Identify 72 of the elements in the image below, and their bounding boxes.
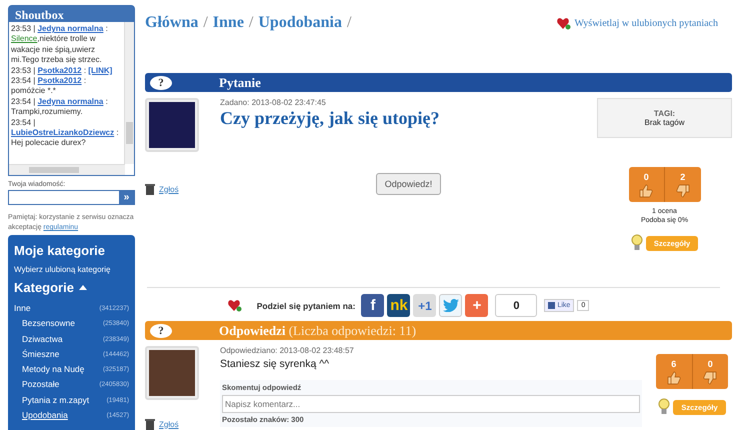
chat-message: 23:54 | Jedyna normalna : Trampki,rozumiemy.	[11, 96, 109, 118]
heart-plus-icon	[557, 16, 572, 30]
tags-value: Brak tagów	[644, 118, 685, 127]
lightbulb-icon	[630, 234, 643, 252]
tags-label: TAGI:	[654, 109, 676, 118]
category-link[interactable]: Inne	[14, 301, 31, 316]
dislike-count: 2	[680, 172, 686, 182]
category-link[interactable]: Bezsensowne	[22, 316, 75, 332]
collapse-caret-icon[interactable]	[78, 285, 87, 290]
avatar-image	[149, 102, 195, 148]
question-bubble-icon: ?	[150, 76, 172, 90]
comment-input[interactable]: Napisz komentarz...	[222, 395, 640, 413]
chat-message: 23:54 | Psotka2012 : pomóżcie *.*	[11, 76, 88, 97]
answers-header: Odpowiedzi (Liczba odpowiedzi: 11)	[219, 322, 416, 338]
heart-plus-icon	[228, 299, 242, 312]
horizontal-scrollbar[interactable]	[9, 164, 125, 175]
trash-icon	[145, 183, 155, 195]
question-title: Czy przeżyję, jak się utopię?	[220, 108, 440, 129]
breadcrumb-link[interactable]: Główna	[145, 14, 198, 32]
chat-message: 23:53 | Psotka2012 : [LINK]	[11, 66, 114, 76]
lightbulb-icon	[658, 398, 670, 416]
category-link[interactable]: Pozostałe	[22, 377, 60, 393]
like-count: 6	[671, 358, 676, 368]
thumb-up-icon[interactable]	[639, 184, 654, 198]
chat-username[interactable]: Jedyna normalna	[38, 96, 104, 106]
share-button[interactable]: f	[361, 294, 384, 317]
breadcrumb-separator: /	[203, 14, 208, 32]
chat-username[interactable]: Psotka2012	[38, 66, 82, 75]
chat-username[interactable]: LubieOstreLizankoDziewcz	[11, 128, 114, 138]
breadcrumb-separator: /	[346, 14, 352, 32]
chat-message: 23:54 | LubieOstreLizankoDziewcz : Hej polecacie durex?	[11, 118, 120, 149]
report-link[interactable]: Zgłoś	[159, 184, 179, 194]
thumb-up-icon[interactable]	[666, 370, 681, 384]
vertical-scrollbar[interactable]	[124, 22, 134, 164]
dislike-count: 0	[708, 358, 713, 368]
category-link[interactable]: Metody na Nudę	[22, 362, 84, 378]
share-count: 0	[495, 294, 538, 317]
asked-date: Zadano: 2013-08-02 23:47:45	[220, 98, 327, 107]
breadcrumb-link[interactable]: Upodobania	[258, 14, 342, 32]
chat-username[interactable]: Psotka2012	[38, 76, 82, 86]
mentioned-username[interactable]: Silence	[11, 34, 38, 44]
avatar-image	[149, 350, 195, 396]
answer-text: Staniesz się syrenką ^^	[220, 358, 330, 370]
share-button[interactable]: +	[465, 294, 488, 317]
share-button[interactable]: nk	[387, 294, 410, 317]
chat-link[interactable]: [LINK]	[88, 66, 112, 75]
thumb-down-icon[interactable]	[703, 370, 718, 384]
chat-message: 23:53 | Jedyna normalna : Silence,niektóre trolle w wakacje nie śpią,uwierz mi.Tego trzeba się strzec.	[11, 24, 109, 66]
shoutbox-title: Shoutbox	[9, 6, 134, 22]
choose-category-link[interactable]: Wybierz ulubioną kategorię	[14, 265, 129, 274]
report-link[interactable]: Zgłoś	[159, 420, 179, 428]
chat-username[interactable]: Jedyna normalna	[38, 24, 104, 33]
thumb-down-icon[interactable]	[676, 184, 690, 198]
like-count: 0	[644, 172, 649, 182]
categories-title: Kategorie	[14, 280, 74, 295]
category-link[interactable]: Pytania z m.zapyt	[22, 392, 90, 408]
share-button[interactable]: +1	[413, 294, 436, 317]
breadcrumb-separator: /	[248, 14, 254, 32]
favorites-link[interactable]: Wyświetlaj w ulubionych pytaniach	[574, 18, 718, 28]
breadcrumb-link[interactable]: Inne	[212, 14, 244, 32]
share-label: Podziel się pytaniem na:	[256, 300, 356, 310]
category-link[interactable]: Śmieszne	[22, 346, 60, 362]
category-link[interactable]: Upodobania	[22, 408, 68, 424]
question-bubble-icon: ?	[150, 324, 172, 338]
category-link[interactable]: Dziwactwa	[22, 332, 63, 347]
answered-date: Odpowiedziano: 2013-08-02 23:48:57	[220, 346, 355, 355]
share-button[interactable]	[439, 294, 462, 317]
bird-icon	[442, 299, 459, 312]
question-header: Pytanie	[219, 74, 261, 90]
trash-icon	[145, 418, 155, 430]
my-categories-title: Moje kategorie	[14, 243, 106, 258]
answer-button[interactable]: Odpowiedz!	[376, 173, 442, 195]
